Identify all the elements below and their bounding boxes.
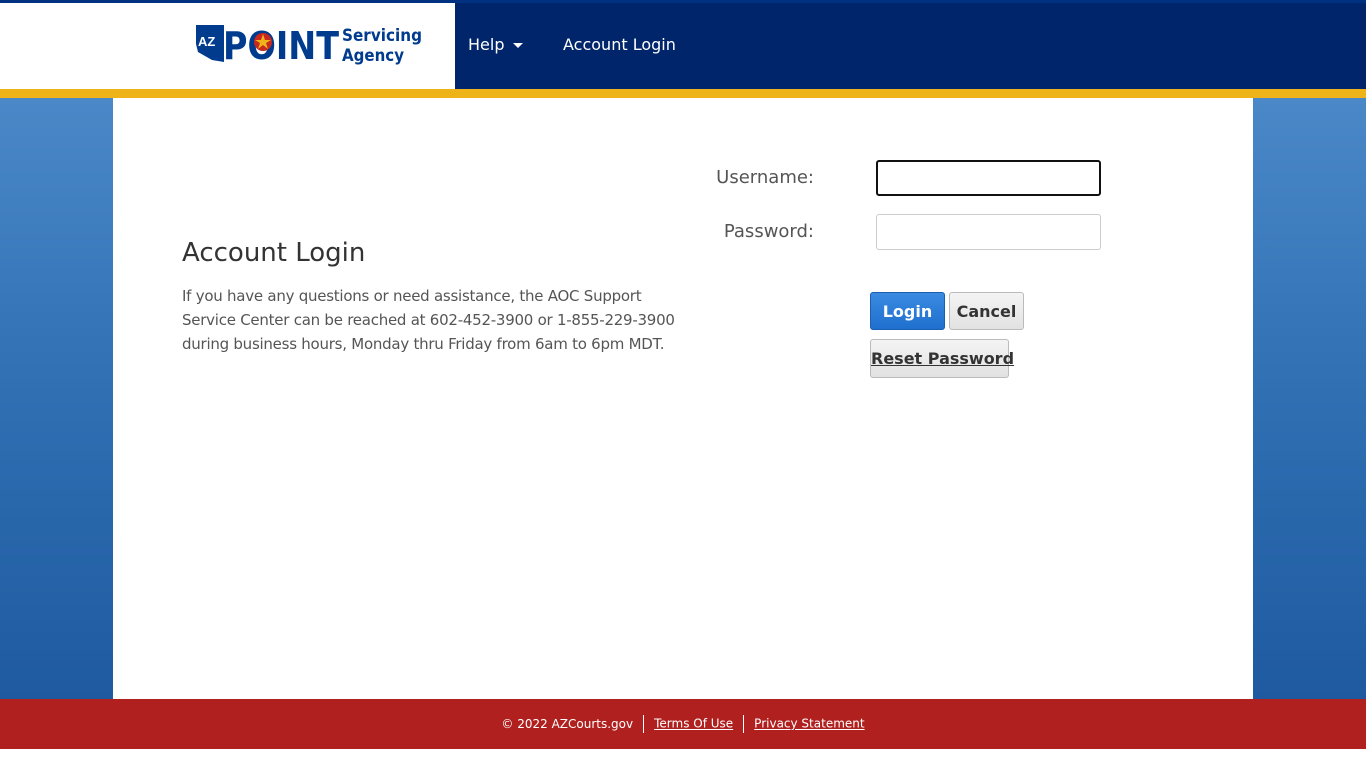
footer-copyright: © 2022 AZCourts.gov [501,717,634,731]
username-label: Username: [716,167,814,188]
terms-of-use-link[interactable]: Terms Of Use [654,717,733,731]
logo-point-text: POINT [223,24,339,68]
logo-agency-text: Agency [342,46,404,66]
nav-account-login[interactable]: Account Login [563,35,676,55]
nav-help-dropdown[interactable]: Help [468,35,524,55]
logo-servicing-text: Servicing [342,26,422,46]
logo-area: AZ POINT Servicing Agency [0,3,455,89]
page-title: Account Login [182,238,366,268]
cancel-button[interactable]: Cancel [949,292,1024,330]
nav-help-label: Help [468,35,505,54]
password-input[interactable] [876,214,1101,250]
caret-down-icon [513,43,524,48]
support-help-text: If you have any questions or need assist… [182,287,675,353]
gold-stripe [0,89,1366,98]
username-input[interactable] [876,160,1101,196]
footer-links: © 2022 AZCourts.gov Terms Of Use Privacy S… [0,715,1366,733]
reset-password-button[interactable]: Reset Password [870,339,1014,378]
footer-divider [743,715,745,733]
login-button[interactable]: Login [870,292,945,330]
site-footer: © 2022 AZCourts.gov Terms Of Use Privacy S… [0,699,1366,749]
az-point-logo[interactable]: AZ POINT Servicing Agency [194,22,424,68]
footer-divider [643,715,645,733]
password-label: Password: [723,221,814,242]
privacy-statement-link[interactable]: Privacy Statement [754,717,864,731]
logo-az-text: AZ [198,34,215,49]
